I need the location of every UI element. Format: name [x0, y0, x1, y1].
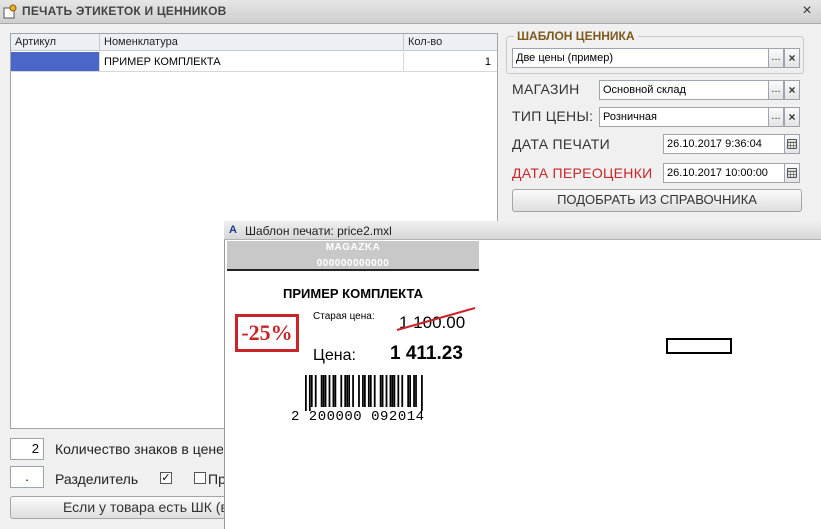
discount-badge: -25%: [235, 314, 299, 352]
calendar-icon[interactable]: [784, 134, 800, 154]
template-caption: ШАБЛОН ЦЕННИКА: [514, 29, 638, 43]
price-digits-field[interactable]: 2: [10, 438, 44, 460]
separator-field[interactable]: .: [10, 466, 44, 488]
price-value: 1 411.23: [390, 343, 463, 364]
barcode: [305, 375, 423, 411]
separator-label: Разделитель: [55, 471, 139, 487]
reprice-date-label: ДАТА ПЕРЕОЦЕНКИ: [512, 165, 653, 181]
close-icon[interactable]: ×: [798, 2, 816, 20]
price-digits-label: Количество знаков в цене: [55, 441, 223, 457]
option-checkbox[interactable]: [194, 472, 206, 484]
column-header-name[interactable]: Номенклатура: [100, 34, 404, 51]
price-type-field[interactable]: Розничная: [599, 107, 769, 127]
store-select-button[interactable]: ...: [768, 80, 784, 100]
store-clear-icon[interactable]: ×: [784, 80, 800, 100]
table-cell-qty[interactable]: 1: [404, 52, 497, 72]
template-field[interactable]: Две цены (пример): [512, 48, 769, 68]
column-header-article[interactable]: Артикул: [11, 34, 100, 51]
price-type-clear-icon[interactable]: ×: [784, 107, 800, 127]
app-icon: [3, 4, 17, 19]
empty-frame: [666, 338, 732, 354]
strikethrough-line: [396, 307, 476, 331]
shop-code: 000000000000: [316, 258, 390, 269]
window-title: ПЕЧАТЬ ЭТИКЕТОК И ЦЕННИКОВ: [22, 4, 227, 18]
old-price-label: Старая цена:: [313, 311, 375, 322]
print-date-field[interactable]: 26.10.2017 9:36:04: [663, 134, 785, 154]
store-field[interactable]: Основной склад: [599, 80, 769, 100]
pick-from-catalog-button[interactable]: ПОДОБРАТЬ ИЗ СПРАВОЧНИКА: [512, 189, 802, 212]
print-template-title: Шаблон печати: price2.mxl: [245, 224, 392, 238]
store-label: МАГАЗИН: [512, 81, 580, 97]
barcode-number: 2 200000 092014: [291, 409, 425, 425]
price-type-label: ТИП ЦЕНЫ:: [512, 108, 594, 124]
template-select-button[interactable]: ...: [768, 48, 784, 68]
price-label: Цена:: [313, 347, 356, 364]
separator-checkbox[interactable]: ✓: [160, 472, 172, 484]
price-type-select-button[interactable]: ...: [768, 107, 784, 127]
table-cell-article[interactable]: [11, 52, 100, 72]
product-name: ПРИМЕР КОМПЛЕКТА: [283, 286, 423, 301]
calendar-icon[interactable]: [784, 163, 800, 183]
document-icon: A: [229, 224, 237, 236]
option-checkbox-label: Пр: [208, 471, 224, 487]
print-date-label: ДАТА ПЕЧАТИ: [512, 136, 610, 152]
barcode-option-button[interactable]: Если у товара есть ШК (в: [10, 496, 230, 519]
reprice-date-field[interactable]: 26.10.2017 10:00:00: [663, 163, 785, 183]
shop-name: MAGAZKA: [325, 242, 381, 253]
column-header-qty[interactable]: Кол-во: [404, 34, 497, 51]
table-cell-name[interactable]: ПРИМЕР КОМПЛЕКТА: [100, 52, 404, 72]
template-clear-icon[interactable]: ×: [784, 48, 800, 68]
